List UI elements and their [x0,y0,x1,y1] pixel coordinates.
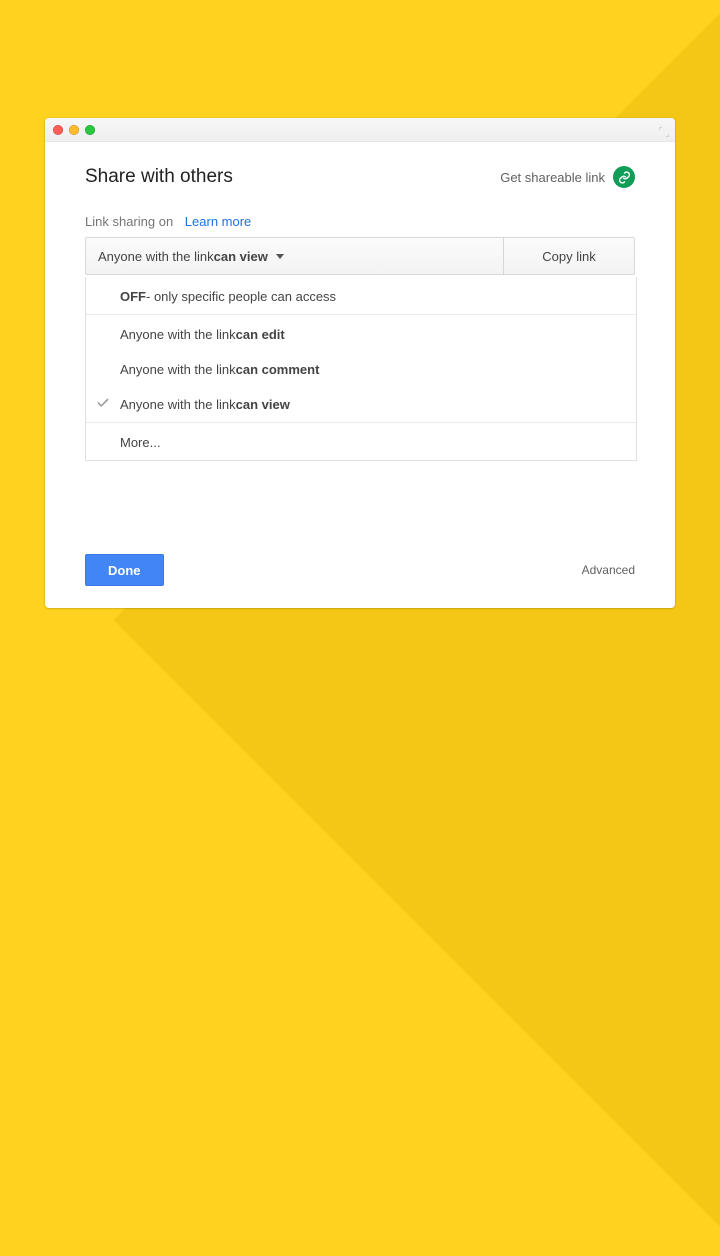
opt3-prefix: Anyone with the link [120,397,236,412]
learn-more-link[interactable]: Learn more [185,214,251,229]
off-strong: OFF [120,289,146,304]
opt3-strong: can view [236,397,290,412]
dropdown-item-can-edit[interactable]: Anyone with the link can edit [86,315,636,352]
minimize-window-icon[interactable] [69,125,79,135]
permission-dropdown: OFF - only specific people can access An… [85,277,637,461]
permission-prefix: Anyone with the link [98,249,214,264]
dropdown-item-can-view[interactable]: Anyone with the link can view [86,387,636,422]
window-controls [53,125,95,135]
titlebar [45,118,675,142]
dialog-title: Share with others [85,166,233,188]
get-shareable-link-button[interactable]: Get shareable link [500,166,635,188]
chevron-down-icon [276,254,284,259]
permission-dropdown-trigger[interactable]: Anyone with the link can view [86,238,504,274]
fullscreen-icon[interactable] [659,124,669,142]
share-dialog-window: Share with others Get shareable link Lin… [45,118,675,608]
opt2-strong: can comment [236,362,320,377]
link-icon [613,166,635,188]
dropdown-item-off[interactable]: OFF - only specific people can access [86,277,636,314]
permission-strong: can view [214,249,268,264]
get-shareable-link-label: Get shareable link [500,170,605,185]
dialog-footer: Done Advanced [85,554,635,586]
check-icon [96,396,110,413]
advanced-link[interactable]: Advanced [582,563,635,577]
opt1-prefix: Anyone with the link [120,327,236,342]
opt1-strong: can edit [236,327,285,342]
permission-bar: Anyone with the link can view Copy link [85,237,635,275]
dialog-content: Share with others Get shareable link Lin… [45,142,675,608]
link-sharing-status: Link sharing on Learn more [85,214,635,229]
status-text: Link sharing on [85,214,173,229]
dropdown-item-can-comment[interactable]: Anyone with the link can comment [86,352,636,387]
done-button[interactable]: Done [85,554,164,586]
copy-link-button[interactable]: Copy link [504,238,634,274]
dropdown-item-more[interactable]: More... [86,423,636,460]
close-window-icon[interactable] [53,125,63,135]
zoom-window-icon[interactable] [85,125,95,135]
opt2-prefix: Anyone with the link [120,362,236,377]
dialog-header: Share with others Get shareable link [85,166,635,188]
off-rest: - only specific people can access [146,289,336,304]
